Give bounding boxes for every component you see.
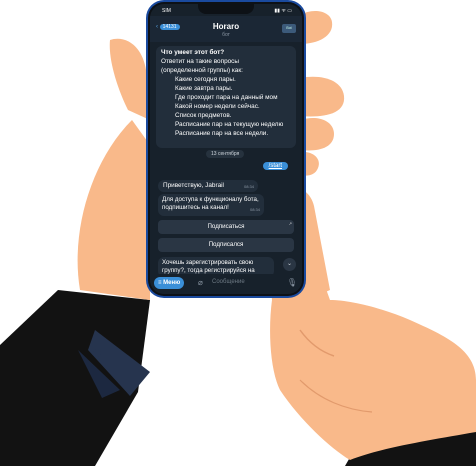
camera-notch bbox=[198, 4, 254, 14]
scroll-down-icon[interactable]: ⌄ bbox=[283, 258, 296, 271]
intro-item: Какие завтра пары. bbox=[175, 85, 233, 92]
status-icons: ▮▮ ᯤ ▭ bbox=[274, 8, 292, 14]
left-thumb bbox=[109, 38, 150, 120]
chat-subtitle: бот bbox=[222, 32, 230, 38]
external-link-icon: ↗ bbox=[288, 221, 292, 226]
message-input-bar: ≡ Меню ⌀ Сообщение 🎙 bbox=[150, 274, 302, 294]
intro-item: Какой номер недели сейчас. bbox=[175, 103, 260, 110]
intro-item: Какие сегодня пары. bbox=[175, 76, 236, 83]
finger-2 bbox=[300, 76, 345, 117]
access-message: Для доступа к функционалу бота, подпишит… bbox=[158, 194, 264, 216]
message-time: 08:34 bbox=[249, 207, 260, 212]
intro-item: Расписание пар на текущую неделю bbox=[175, 121, 284, 128]
chat-header: ‹ 14131 Horaro бот Bot bbox=[150, 16, 302, 42]
message-input[interactable]: Сообщение bbox=[212, 279, 245, 285]
carrier-label: SIM bbox=[162, 8, 171, 14]
message-time: 08:34 bbox=[243, 184, 254, 189]
subscribed-button-label: Подписался bbox=[208, 241, 244, 248]
left-palm bbox=[77, 120, 150, 300]
bot-menu-button[interactable]: ≡ Меню bbox=[154, 277, 185, 289]
intro-item: Список предметов. bbox=[175, 112, 232, 119]
access-text-2: подпишитесь на канал! bbox=[162, 204, 229, 211]
register-text-1: Хочешь зарегистрировать свою bbox=[162, 259, 254, 266]
illustration-scene: SIM ▮▮ ᯤ ▭ ‹ 14131 Horaro бот Bot Что ум… bbox=[0, 0, 476, 466]
intro-lead-2: (определенной группы) как: bbox=[161, 67, 243, 74]
cuff-button bbox=[93, 349, 101, 357]
greeting-message: Приветствую, Jabrail 08:34 bbox=[158, 180, 258, 192]
subscribe-button[interactable]: Подписаться ↗ bbox=[158, 220, 294, 234]
subscribe-button-label: Подписаться bbox=[207, 223, 245, 230]
date-separator: 13 сентября bbox=[206, 150, 245, 158]
intro-item: Расписание пар на все недели. bbox=[175, 130, 269, 137]
outgoing-start-message[interactable]: /start bbox=[262, 162, 288, 170]
access-text-1: Для доступа к функционалу бота, bbox=[162, 196, 259, 203]
intro-item: Где проходит пара на данный мом bbox=[175, 94, 278, 101]
intro-question: Что умеет этот бот? bbox=[161, 49, 225, 56]
chat-title: Horaro bbox=[212, 22, 240, 31]
attach-icon[interactable]: ⌀ bbox=[198, 278, 203, 287]
subscribed-button[interactable]: Подписался bbox=[158, 238, 294, 252]
greeting-text: Приветствую, Jabrail bbox=[163, 182, 224, 189]
microphone-icon[interactable]: 🎙 bbox=[287, 278, 297, 287]
phone-screen: SIM ▮▮ ᯤ ▭ ‹ 14131 Horaro бот Bot Что ум… bbox=[150, 4, 302, 294]
bot-avatar[interactable]: Bot bbox=[282, 24, 296, 33]
bot-intro-message: Что умеет этот бот? Ответит на такие воп… bbox=[156, 46, 296, 148]
intro-lead-1: Ответит на такие вопросы bbox=[161, 58, 239, 65]
